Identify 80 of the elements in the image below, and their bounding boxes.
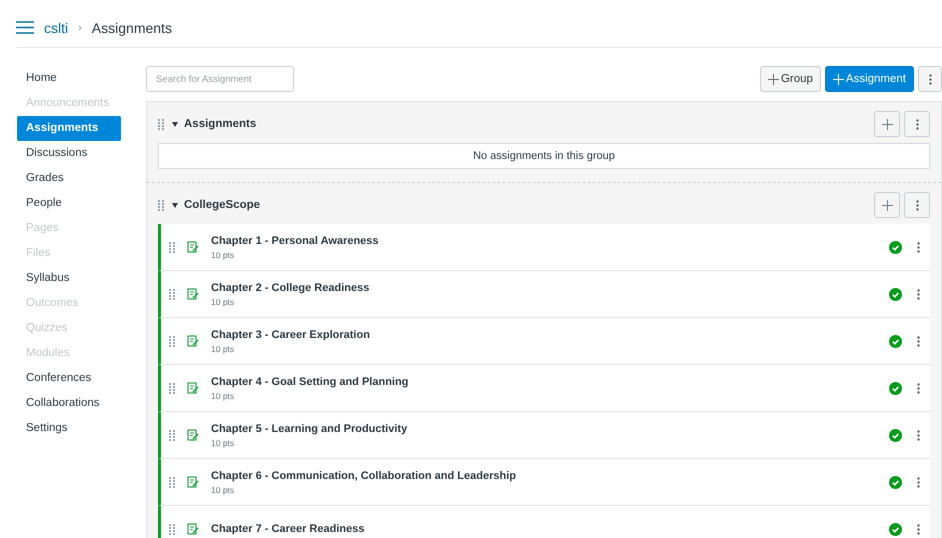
kebab-icon xyxy=(917,430,920,440)
assignment-title[interactable]: Chapter 5 - Learning and Productivity xyxy=(211,422,889,434)
kebab-icon xyxy=(928,74,932,84)
assignment-title[interactable]: Chapter 7 - Career Readiness xyxy=(211,523,889,535)
search-field[interactable]: Search for Assignment xyxy=(146,66,294,92)
add-assignment-button[interactable]: Assignment xyxy=(824,66,914,92)
published-check-icon[interactable] xyxy=(889,382,902,394)
assignment-icon xyxy=(187,476,199,488)
assignment-icon xyxy=(187,382,199,394)
sidebar-item[interactable]: People xyxy=(17,191,121,216)
assignment-row[interactable]: Chapter 7 - Career Readiness xyxy=(158,506,930,538)
assignment-row[interactable]: Chapter 4 - Goal Setting and Planning 10 pts xyxy=(158,365,930,412)
group-name: Assignments xyxy=(184,118,256,130)
assignment-icon xyxy=(187,429,199,441)
assignment-row[interactable]: Chapter 5 - Learning and Productivity 10 pts xyxy=(158,412,930,459)
kebab-icon xyxy=(917,242,920,252)
drag-handle-icon[interactable] xyxy=(169,336,175,346)
assignment-row[interactable]: Chapter 1 - Personal Awareness 10 pts xyxy=(158,224,930,271)
kebab-icon xyxy=(916,118,918,130)
group-name: CollegeScope xyxy=(184,199,260,211)
collapse-caret-icon[interactable] xyxy=(172,202,178,208)
assignment-row[interactable]: Chapter 2 - College Readiness 10 pts xyxy=(158,271,930,318)
published-check-icon[interactable] xyxy=(889,476,902,488)
sidebar-item[interactable]: Grades xyxy=(17,166,121,191)
drag-handle-icon[interactable] xyxy=(158,200,164,210)
add-to-group-button[interactable] xyxy=(874,192,900,218)
assignment-title[interactable]: Chapter 1 - Personal Awareness xyxy=(211,234,889,246)
assignment-title[interactable]: Chapter 6 - Communication, Collaboration and Leadership xyxy=(211,470,889,482)
add-group-button[interactable]: Group xyxy=(760,66,821,92)
menu-icon[interactable] xyxy=(16,21,34,34)
collapse-caret-icon[interactable] xyxy=(172,122,178,126)
drag-handle-icon[interactable] xyxy=(169,288,175,300)
breadcrumb-link[interactable]: cslti xyxy=(44,20,68,36)
assignment-title[interactable]: Chapter 4 - Goal Setting and Planning xyxy=(211,376,889,388)
breadcrumb-separator: › xyxy=(78,22,82,34)
assignment-title[interactable]: Chapter 2 - College Readiness xyxy=(211,282,889,294)
kebab-icon xyxy=(917,288,920,300)
add-to-group-button[interactable] xyxy=(874,111,900,137)
published-check-icon[interactable] xyxy=(889,522,902,536)
assignment-row[interactable]: Chapter 6 - Communication, Collaboration and Leadership 10 pts xyxy=(158,459,930,506)
kebab-icon xyxy=(916,200,918,210)
kebab-icon xyxy=(917,382,920,394)
drag-handle-icon[interactable] xyxy=(169,476,175,488)
plus-icon xyxy=(882,118,892,130)
assignment-points: 10 pts xyxy=(211,390,236,400)
kebab-icon xyxy=(917,336,920,346)
sidebar-item[interactable]: Discussions xyxy=(17,141,121,166)
drag-handle-icon[interactable] xyxy=(169,242,175,252)
assignment-points: 10 pts xyxy=(211,296,236,306)
assignment-points: 10 pts xyxy=(211,344,236,354)
published-check-icon[interactable] xyxy=(889,428,902,442)
sidebar-item[interactable]: Conferences xyxy=(17,366,121,391)
assignment-row[interactable]: Chapter 3 - Career Exploration 10 pts xyxy=(158,318,930,365)
sidebar-item[interactable]: Assignments xyxy=(17,116,121,141)
published-check-icon[interactable] xyxy=(889,288,902,300)
breadcrumb-item[interactable]: Assignments xyxy=(92,20,172,36)
assignment-icon xyxy=(187,241,199,253)
drag-handle-icon[interactable] xyxy=(169,430,175,440)
plus-icon xyxy=(832,74,844,84)
sidebar-item[interactable]: Settings xyxy=(17,416,121,441)
published-check-icon[interactable] xyxy=(889,334,902,348)
assignment-points: 10 pts xyxy=(211,438,236,448)
kebab-icon xyxy=(917,476,920,488)
assignment-points: 10 pts xyxy=(211,484,236,494)
assignment-icon xyxy=(187,335,199,347)
drag-handle-icon[interactable] xyxy=(158,118,164,130)
sidebar-item[interactable]: Collaborations xyxy=(17,391,121,416)
drag-handle-icon[interactable] xyxy=(169,524,175,534)
assignment-icon xyxy=(187,523,199,535)
sidebar-item[interactable]: Home xyxy=(17,66,121,91)
drag-handle-icon[interactable] xyxy=(169,382,175,394)
empty-group-message: No assignments in this group xyxy=(158,143,930,169)
assignment-icon xyxy=(187,288,199,300)
assignment-title[interactable]: Chapter 3 - Career Exploration xyxy=(211,328,889,340)
kebab-icon xyxy=(917,524,920,534)
assignment-points: 10 pts xyxy=(211,250,236,260)
plus-icon xyxy=(768,74,779,84)
published-check-icon[interactable] xyxy=(889,240,902,254)
plus-icon xyxy=(882,200,892,210)
sidebar-item[interactable]: Syllabus xyxy=(17,266,121,291)
